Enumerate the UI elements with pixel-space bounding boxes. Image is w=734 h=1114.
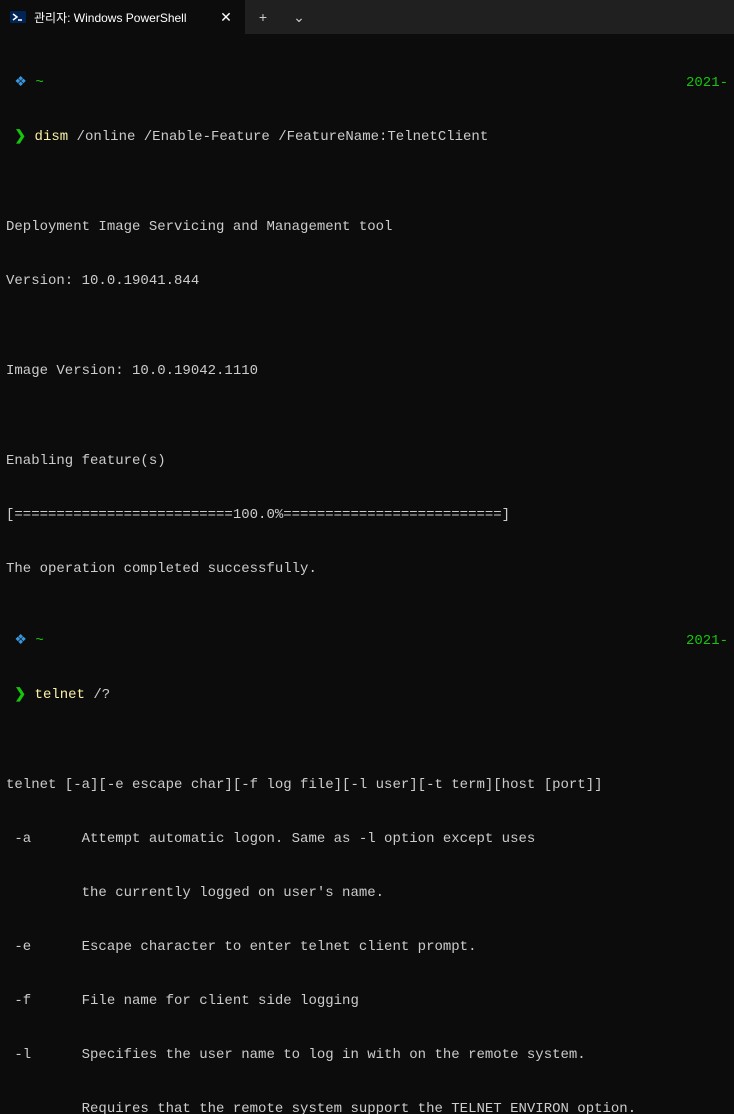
command-line: ❯ dism /online /Enable-Feature /FeatureN… <box>6 128 728 146</box>
close-icon[interactable]: ✕ <box>217 8 235 26</box>
tab-title: 관리자: Windows PowerShell <box>34 9 209 26</box>
tab-controls: + ⌄ <box>245 0 317 34</box>
output-line: The operation completed successfully. <box>6 560 728 578</box>
output-line: Image Version: 10.0.19042.1110 <box>6 362 728 380</box>
output-line: Enabling feature(s) <box>6 452 728 470</box>
command-line: ❯ telnet /? <box>6 686 728 704</box>
powershell-icon <box>10 9 26 25</box>
tab-active[interactable]: 관리자: Windows PowerShell ✕ <box>0 0 245 34</box>
ps-icon: ❖ <box>14 632 27 650</box>
command: telnet <box>35 686 85 704</box>
timestamp: 2021- <box>686 632 728 650</box>
prompt-path: ❖ ~2021- <box>6 74 728 92</box>
output-line: Requires that the remote system support … <box>6 1100 728 1114</box>
output-line: -e Escape character to enter telnet clie… <box>6 938 728 956</box>
titlebar: 관리자: Windows PowerShell ✕ + ⌄ <box>0 0 734 34</box>
tab-dropdown-button[interactable]: ⌄ <box>281 0 317 34</box>
prompt-arrow: ❯ <box>14 128 26 146</box>
output-line: -f File name for client side logging <box>6 992 728 1010</box>
output-line: telnet [-a][-e escape char][-f log file]… <box>6 776 728 794</box>
output-line: Deployment Image Servicing and Managemen… <box>6 218 728 236</box>
terminal-body[interactable]: ❖ ~2021- ❯ dism /online /Enable-Feature … <box>0 34 734 1114</box>
prompt-path: ❖ ~2021- <box>6 632 728 650</box>
output-line: -a Attempt automatic logon. Same as -l o… <box>6 830 728 848</box>
ps-icon: ❖ <box>14 74 27 92</box>
output-line: -l Specifies the user name to log in wit… <box>6 1046 728 1064</box>
tilde: ~ <box>35 74 43 92</box>
output-line: Version: 10.0.19041.844 <box>6 272 728 290</box>
timestamp: 2021- <box>686 74 728 92</box>
command-args: /online /Enable-Feature /FeatureName:Tel… <box>68 128 488 146</box>
output-line: [==========================100.0%=======… <box>6 506 728 524</box>
command-args: /? <box>85 686 110 704</box>
prompt-arrow: ❯ <box>14 686 26 704</box>
tilde: ~ <box>35 632 43 650</box>
output-line: the currently logged on user's name. <box>6 884 728 902</box>
command: dism <box>35 128 69 146</box>
new-tab-button[interactable]: + <box>245 0 281 34</box>
